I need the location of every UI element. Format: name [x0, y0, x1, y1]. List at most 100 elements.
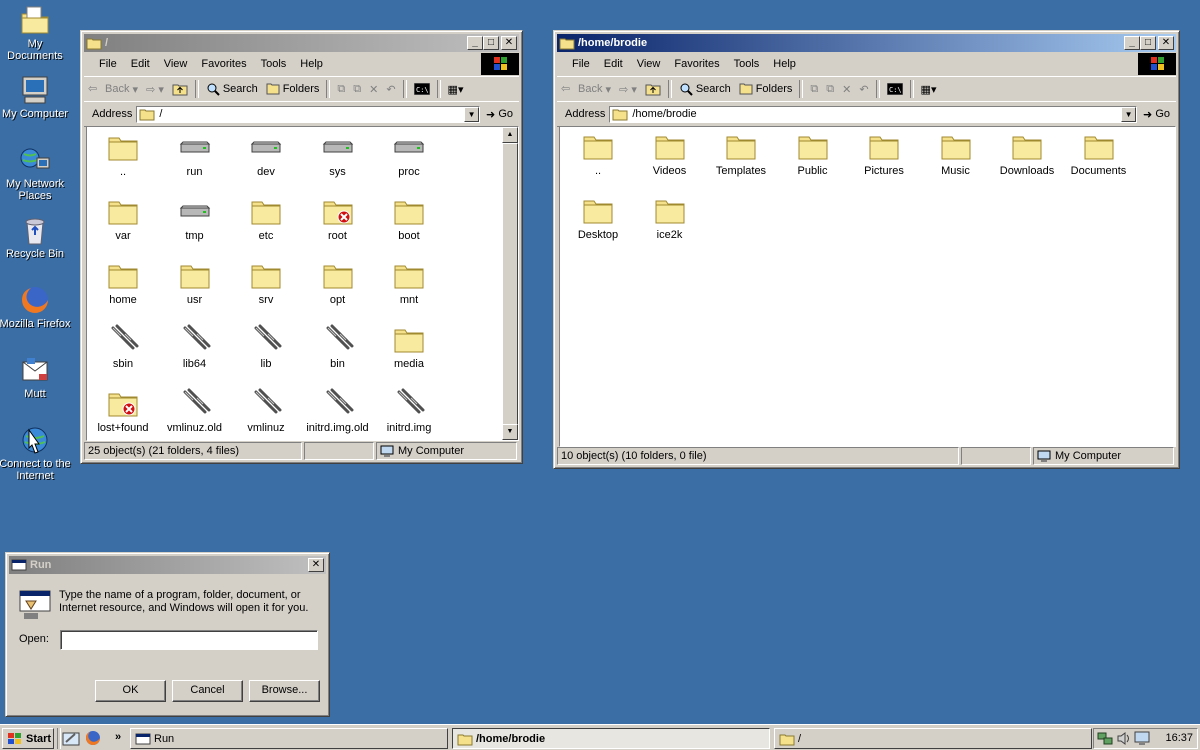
menu-file[interactable]: File — [92, 58, 124, 70]
file-item[interactable]: etc — [230, 196, 302, 242]
views-button[interactable]: ▦▾ — [917, 78, 941, 100]
browse-button[interactable]: Browse... — [249, 680, 320, 702]
menu-help[interactable]: Help — [293, 58, 330, 70]
file-item[interactable]: root — [302, 196, 374, 242]
terminal-button[interactable]: C:\ — [410, 78, 434, 100]
up-folder-button[interactable] — [641, 78, 665, 100]
task-home-brodie[interactable]: /home/brodie — [452, 728, 770, 749]
file-item[interactable]: vmlinuz.old — [159, 388, 231, 434]
desktop-icon[interactable]: My Network Places — [0, 144, 71, 202]
menu-help[interactable]: Help — [766, 58, 803, 70]
cancel-button[interactable]: Cancel — [172, 680, 243, 702]
forward-button[interactable]: ⇨ ▾ — [615, 78, 641, 100]
menu-edit[interactable]: Edit — [124, 58, 157, 70]
desktop-icon[interactable]: Recycle Bin — [0, 214, 71, 260]
task-run[interactable]: Run — [130, 728, 448, 749]
search-button[interactable]: Search — [202, 78, 262, 100]
file-item[interactable]: .. — [562, 131, 634, 177]
file-item[interactable]: ice2k — [634, 195, 706, 241]
delete-button[interactable]: ✕ — [365, 78, 382, 100]
back-button[interactable]: ⇦ Back ▾ — [557, 78, 615, 100]
file-item[interactable]: var — [87, 196, 159, 242]
close-button[interactable]: ✕ — [308, 558, 324, 572]
title-bar[interactable]: /home/brodie _ □ ✕ — [557, 34, 1176, 52]
scroll-thumb[interactable] — [502, 143, 518, 425]
display-tray-icon[interactable] — [1134, 731, 1150, 746]
file-item[interactable]: vmlinuz — [230, 388, 302, 434]
run-dialog[interactable]: Run ✕ Type the name of a program, folder… — [5, 552, 330, 717]
folders-button[interactable]: Folders — [735, 78, 797, 100]
volume-tray-icon[interactable] — [1116, 731, 1132, 746]
back-button[interactable]: ⇦ Back ▾ — [84, 78, 142, 100]
file-item[interactable]: lib — [230, 324, 302, 370]
menu-edit[interactable]: Edit — [597, 58, 630, 70]
go-button[interactable]: ➜ Go — [1137, 108, 1176, 121]
file-item[interactable]: home — [87, 260, 159, 306]
views-button[interactable]: ▦▾ — [444, 78, 468, 100]
explorer-window-home[interactable]: /home/brodie _ □ ✕ File Edit View Favorites… — [553, 30, 1180, 469]
file-item[interactable]: .. — [87, 132, 159, 178]
desktop-icon[interactable]: Mozilla Firefox — [0, 284, 71, 330]
file-item[interactable]: usr — [159, 260, 231, 306]
address-input[interactable]: /home/brodie ▼ — [609, 105, 1138, 123]
file-item[interactable]: run — [159, 132, 231, 178]
copy-to-button[interactable]: ⧉ — [822, 78, 838, 100]
file-item[interactable]: Public — [777, 131, 849, 177]
address-dropdown-button[interactable]: ▼ — [464, 106, 480, 122]
file-item[interactable]: Pictures — [848, 131, 920, 177]
task-root[interactable]: / — [774, 728, 1092, 749]
desktop-icon[interactable]: My Computer — [0, 74, 71, 120]
close-button[interactable]: ✕ — [501, 36, 517, 50]
file-item[interactable]: opt — [302, 260, 374, 306]
scroll-up-button[interactable]: ▲ — [502, 127, 518, 143]
desktop-icon[interactable]: Connect to the Internet — [0, 424, 71, 482]
file-item[interactable]: boot — [373, 196, 445, 242]
file-item[interactable]: lib64 — [159, 324, 231, 370]
show-desktop-icon[interactable] — [62, 730, 80, 746]
menu-view[interactable]: View — [630, 58, 668, 70]
file-item[interactable]: Downloads — [991, 131, 1063, 177]
ok-button[interactable]: OK — [95, 680, 166, 702]
address-input[interactable]: / ▼ — [136, 105, 481, 123]
delete-button[interactable]: ✕ — [838, 78, 855, 100]
file-item[interactable]: bin — [302, 324, 374, 370]
search-button[interactable]: Search — [675, 78, 735, 100]
desktop-icon[interactable]: My Documents — [0, 4, 71, 62]
open-input[interactable] — [60, 630, 318, 650]
network-tray-icon[interactable] — [1097, 731, 1113, 746]
firefox-quicklaunch-icon[interactable] — [84, 729, 102, 747]
file-item[interactable]: initrd.img — [373, 388, 445, 434]
menu-tools[interactable]: Tools — [254, 58, 294, 70]
file-item[interactable]: mnt — [373, 260, 445, 306]
menu-view[interactable]: View — [157, 58, 195, 70]
desktop-icon[interactable]: Mutt — [0, 354, 71, 400]
title-bar[interactable]: / _ □ ✕ — [84, 34, 519, 52]
menu-favorites[interactable]: Favorites — [667, 58, 726, 70]
file-item[interactable]: Music — [920, 131, 992, 177]
terminal-button[interactable]: C:\ — [883, 78, 907, 100]
maximize-button[interactable]: □ — [483, 36, 499, 50]
copy-to-button[interactable]: ⧉ — [349, 78, 365, 100]
go-button[interactable]: ➜ Go — [480, 108, 519, 121]
folders-button[interactable]: Folders — [262, 78, 324, 100]
menu-tools[interactable]: Tools — [727, 58, 767, 70]
file-list[interactable]: .. Videos Templates Public Pictures Music Down… — [559, 126, 1176, 447]
minimize-button[interactable]: _ — [1124, 36, 1140, 50]
file-item[interactable]: Videos — [634, 131, 706, 177]
file-item[interactable]: media — [373, 324, 445, 370]
title-bar[interactable]: Run ✕ — [9, 556, 326, 574]
file-list[interactable]: .. run dev sys proc var tmp etc root boot home usr s… — [86, 126, 519, 441]
file-item[interactable]: lost+found — [87, 388, 159, 434]
file-item[interactable]: Templates — [705, 131, 777, 177]
vertical-scrollbar[interactable]: ▲ ▼ — [502, 127, 518, 440]
file-item[interactable]: initrd.img.old — [302, 388, 374, 434]
quicklaunch-overflow[interactable]: » — [115, 731, 121, 743]
minimize-button[interactable]: _ — [467, 36, 483, 50]
clock[interactable]: 16:37 — [1165, 732, 1193, 744]
move-to-button[interactable]: ⧉ — [806, 78, 822, 100]
file-item[interactable]: Desktop — [562, 195, 634, 241]
start-button[interactable]: Start — [2, 728, 54, 749]
move-to-button[interactable]: ⧉ — [333, 78, 349, 100]
address-dropdown-button[interactable]: ▼ — [1121, 106, 1137, 122]
file-item[interactable]: sbin — [87, 324, 159, 370]
